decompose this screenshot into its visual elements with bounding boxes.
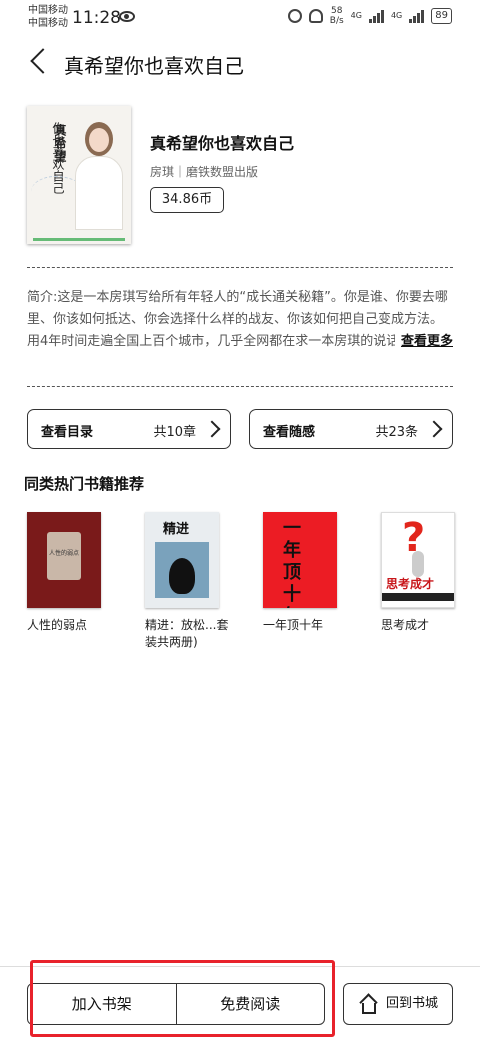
back-to-store-button[interactable]: 回到书城 bbox=[343, 983, 453, 1025]
cover-text: 思考成才 bbox=[386, 577, 435, 591]
recommend-book-item[interactable]: 一年顶十年 一年顶十年 bbox=[263, 512, 337, 634]
divider bbox=[27, 267, 453, 268]
network-speed-value: 58 bbox=[330, 6, 343, 16]
cover-text: 人性的弱点 bbox=[47, 532, 81, 580]
network-speed-unit: B/s bbox=[329, 16, 344, 26]
recommend-book-title: 思考成才 bbox=[381, 618, 430, 632]
back-arrow-icon[interactable] bbox=[30, 48, 56, 74]
battery-indicator: 89 bbox=[431, 8, 452, 24]
recommend-book-title: 精进：放松...套装共两册) bbox=[145, 618, 229, 649]
notes-button[interactable]: 查看随感 共23条 bbox=[249, 409, 453, 449]
home-icon bbox=[359, 993, 378, 1014]
recommend-book-cover: 人性的弱点 bbox=[27, 512, 101, 608]
carrier-1: 中国移动 bbox=[28, 5, 68, 16]
page-title: 真希望你也喜欢自己 bbox=[64, 54, 244, 78]
signal-icon-2 bbox=[409, 9, 425, 23]
mute-bell-icon bbox=[308, 9, 323, 23]
eye-comfort-icon bbox=[119, 11, 135, 22]
carrier-2: 中国移动 bbox=[28, 18, 68, 29]
cover-text: 一年顶十年 bbox=[283, 518, 301, 608]
recommend-book-item[interactable]: 人性的弱点 人性的弱点 bbox=[27, 512, 101, 634]
back-to-store-label: 回到书城 bbox=[386, 996, 439, 1011]
price-button[interactable]: 34.86币 bbox=[150, 187, 224, 213]
chevron-right-icon bbox=[425, 420, 443, 438]
catalog-button[interactable]: 查看目录 共10章 bbox=[27, 409, 231, 449]
alarm-icon bbox=[287, 9, 302, 23]
status-icons: 58 B/s 4G 4G 89 bbox=[287, 6, 452, 26]
carrier-labels: 中国移动 中国移动 bbox=[28, 4, 68, 30]
chevron-right-icon bbox=[203, 420, 221, 438]
network-type-1: 4G bbox=[350, 11, 362, 20]
book-cover: 你也喜欢自己 真希望 bbox=[27, 106, 131, 244]
cover-text: 精进 bbox=[163, 522, 190, 537]
recommend-section-title: 同类热门书籍推荐 bbox=[24, 475, 145, 493]
crow-illustration bbox=[169, 558, 195, 594]
status-time: 11:28 bbox=[72, 8, 121, 28]
recommend-book-title: 人性的弱点 bbox=[27, 618, 88, 632]
recommend-book-cover: ? 思考成才 bbox=[381, 512, 455, 608]
cover-footer-bar bbox=[33, 238, 125, 241]
cover-portrait bbox=[75, 118, 123, 230]
notes-label: 查看随感 bbox=[263, 425, 316, 440]
catalog-count: 共10章 bbox=[153, 425, 196, 440]
book-intro: 简介:这是一本房琪写给所有年轻人的“成长通关秘籍”。你是谁、你要去哪里、你该如何… bbox=[27, 287, 453, 353]
signal-icon bbox=[368, 9, 384, 23]
status-bar: 中国移动 中国移动 11:28 58 B/s 4G 4G 89 bbox=[0, 0, 480, 34]
notes-count: 共23条 bbox=[375, 425, 418, 440]
network-speed: 58 B/s bbox=[330, 6, 344, 26]
recommend-book-cover: 精进 bbox=[145, 512, 219, 608]
view-more-link[interactable]: 查看更多 bbox=[394, 331, 453, 353]
catalog-label: 查看目录 bbox=[41, 425, 94, 440]
intro-text: 简介:这是一本房琪写给所有年轻人的“成长通关秘籍”。你是谁、你要去哪里、你该如何… bbox=[27, 290, 451, 349]
divider bbox=[27, 386, 453, 387]
book-title: 真希望你也喜欢自己 bbox=[150, 134, 295, 153]
page-header: 真希望你也喜欢自己 bbox=[0, 40, 480, 88]
recommend-book-title: 一年顶十年 bbox=[263, 618, 324, 632]
cover-title-part-b: 真希望 bbox=[53, 124, 67, 163]
recommend-book-item[interactable]: 精进 精进：放松...套装共两册) bbox=[145, 512, 228, 651]
book-author-publisher: 房琪｜磨铁数盟出版 bbox=[150, 165, 259, 179]
highlight-annotation-box bbox=[30, 960, 335, 1037]
network-type-2: 4G bbox=[390, 11, 403, 20]
recommend-book-item[interactable]: ? 思考成才 思考成才 bbox=[381, 512, 455, 634]
recommend-book-cover: 一年顶十年 bbox=[263, 512, 337, 608]
